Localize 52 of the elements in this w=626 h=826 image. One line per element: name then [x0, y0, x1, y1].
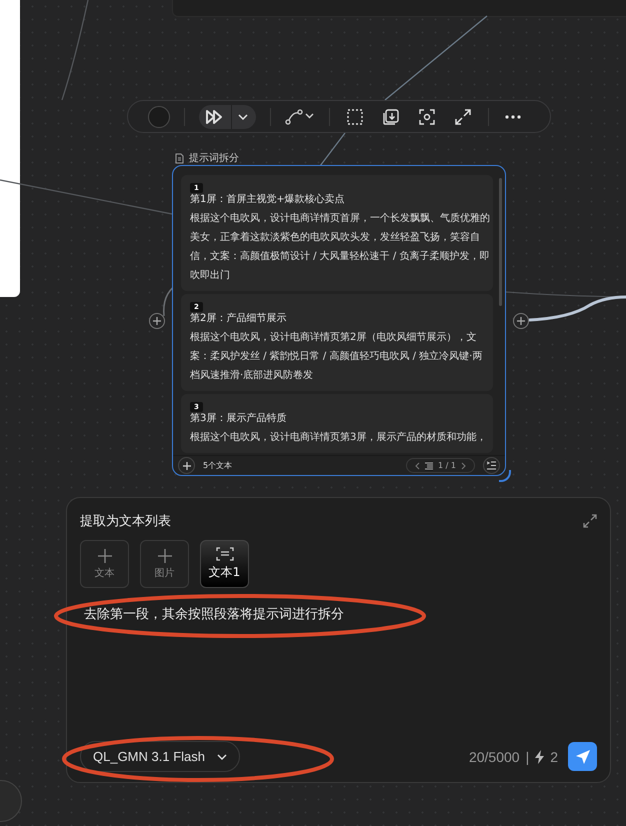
add-attachment-button[interactable]: 文本	[80, 540, 129, 588]
list-icon	[425, 462, 434, 470]
add-port-button[interactable]	[513, 313, 529, 329]
run-button-group[interactable]	[199, 104, 256, 128]
selection-icon[interactable]	[346, 108, 364, 126]
add-port-button[interactable]	[149, 313, 165, 329]
caret-icon	[238, 114, 248, 120]
card-text: 根据这个电吹风，设计电商详情页第2屏（电吹风细节展示），文案：柔风护发丝 / 紫韵悦日常 / 高颜值轻巧电吹风 / 独立冷风键·两档风速推滑·底部进风防卷发	[190, 330, 484, 383]
send-icon	[574, 748, 590, 764]
expand-icon[interactable]	[583, 514, 597, 528]
chevron-left-icon[interactable]	[415, 462, 420, 470]
resize-handle[interactable]	[499, 470, 511, 482]
attachment-chip[interactable]: 文本1	[200, 540, 249, 588]
add-button[interactable]	[178, 457, 195, 474]
prompt-text[interactable]: 去除第一段，其余按照段落将提示词进行拆分	[80, 605, 597, 741]
card-title: 第3屏：展示产品特质	[190, 413, 288, 425]
add-attachment-button[interactable]: 图片	[140, 540, 189, 588]
separator-text: |	[526, 748, 530, 764]
text-count: 5个文本	[203, 460, 234, 471]
card-text: 根据这个电吹风，设计电商详情页第3屏，展示产品的材质和功能，	[190, 430, 488, 445]
card-title: 第2屏：产品细节展示	[190, 313, 288, 325]
panel-title: 提取为文本列表	[80, 513, 171, 530]
text-scan-icon	[216, 547, 234, 561]
card-title: 第1屏：首屏主视觉+爆款核心卖点	[190, 194, 346, 206]
download-icon[interactable]	[382, 108, 400, 126]
plus-icon	[98, 548, 112, 562]
list-settings-button[interactable]	[483, 457, 500, 474]
list-icon	[487, 461, 496, 470]
more-icon[interactable]	[505, 114, 521, 118]
focus-icon[interactable]	[418, 108, 436, 126]
color-button[interactable]	[148, 106, 170, 128]
send-button[interactable]	[568, 742, 597, 771]
plus-icon	[182, 462, 190, 470]
page-indicator: 1 / 1	[438, 461, 456, 470]
plus-icon	[517, 317, 525, 325]
node-title: 提示词拆分	[189, 152, 239, 165]
curve-button[interactable]	[285, 108, 315, 126]
double-play-icon	[205, 108, 225, 124]
card-text: 根据这个电吹风，设计电商详情页首屏，一个长发飘飘、气质优雅的美女，正拿着这款淡紫色的电吹风吹头发，发丝轻盈飞扬，笑容自信，文案：高颜值极简设计 / 大风量轻松速干 / 负离子柔顺护发，即吹即出门	[190, 212, 491, 283]
curve-icon	[285, 108, 315, 126]
pager[interactable]: 1 / 1	[406, 458, 475, 473]
document-icon	[175, 152, 184, 164]
credit-count: 2	[550, 748, 558, 764]
chevron-right-icon[interactable]	[461, 462, 466, 470]
plus-icon	[153, 317, 161, 325]
model-selector[interactable]: QL_GMN 3.1 Flash	[80, 741, 240, 772]
text-list-node[interactable]	[172, 165, 506, 476]
lightning-icon	[535, 750, 544, 764]
character-count: 20/5000	[468, 748, 520, 764]
caret-icon	[217, 754, 227, 760]
plus-icon	[158, 548, 172, 562]
scrollbar[interactable]	[499, 178, 502, 306]
